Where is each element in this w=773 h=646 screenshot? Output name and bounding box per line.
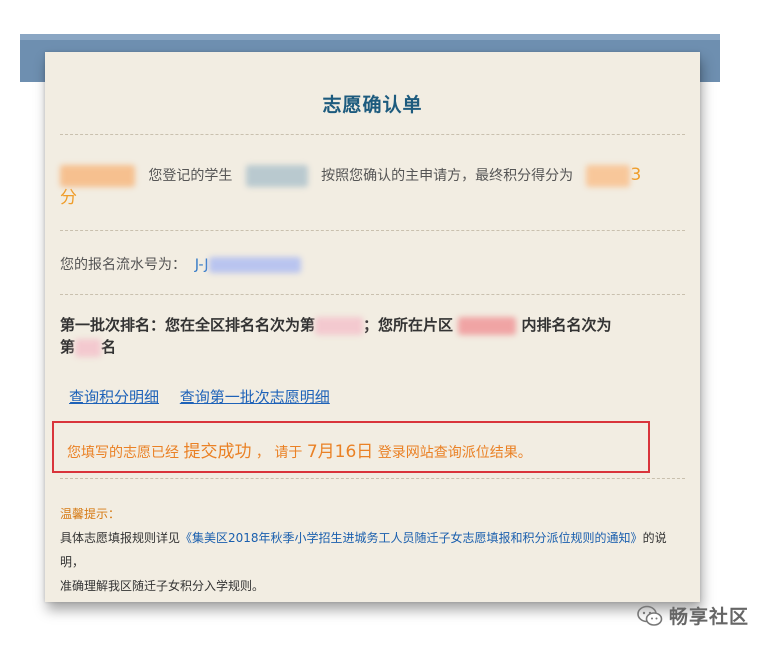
tips-body: 具体志愿填报规则详见《集美区2018年秋季小学招生进城务工人员随迁子女志愿填报和… xyxy=(60,526,690,598)
tips-prefix: 具体志愿填报规则详见 xyxy=(60,531,181,545)
intro-text-2: 按照您确认的主申请方，最终积分得分为 xyxy=(321,168,574,184)
redacted-district-rank xyxy=(75,338,102,357)
divider xyxy=(60,134,685,135)
query-links: 查询积分明细 查询第一批次志愿明细 xyxy=(69,386,346,407)
ranking-text-2: ；您所在片区 xyxy=(363,316,454,334)
tips-line2: 准确理解我区随迁子女积分入学规则。 xyxy=(60,579,265,593)
divider xyxy=(60,294,685,295)
ranking-text-3: 内排名名次为 xyxy=(521,316,612,334)
redacted-student xyxy=(245,165,308,187)
score-unit: 分 xyxy=(60,188,77,208)
redacted-score xyxy=(586,165,631,187)
ranking-paragraph: 第一批次排名：您在全区排名名次为第 ；您所在片区 内排名名次为 第 名 xyxy=(60,314,690,358)
redacted-name xyxy=(60,165,135,187)
intro-paragraph: 您登记的学生 按照您确认的主申请方，最终积分得分为 3 分 xyxy=(60,164,690,210)
notice-please: 请于 xyxy=(274,445,303,461)
intro-text-1: 您登记的学生 xyxy=(148,168,233,184)
points-detail-link[interactable]: 查询积分明细 xyxy=(69,388,159,406)
notice-part1: 您填写的志愿已经 xyxy=(67,445,179,461)
wechat-icon xyxy=(637,605,663,626)
tips-doc-link[interactable]: 《集美区2018年秋季小学招生进城务工人员随迁子女志愿填报和积分派位规则的通知》 xyxy=(180,531,643,545)
divider xyxy=(60,478,685,479)
notice-part2: 登录网站查询派位结果。 xyxy=(377,445,532,461)
notice-date: 7月16日 xyxy=(306,442,374,462)
ranking-line2-suffix: 名 xyxy=(101,338,117,356)
notice-text: 您填写的志愿已经 提交成功 ， 请于 7月16日 登录网站查询派位结果。 xyxy=(67,437,532,462)
serial-value: J-J xyxy=(194,257,209,273)
submission-notice: 您填写的志愿已经 提交成功 ， 请于 7月16日 登录网站查询派位结果。 xyxy=(52,421,650,473)
notice-comma: ， xyxy=(255,445,270,461)
divider xyxy=(60,230,685,231)
ranking-text-1: 第一批次排名：您在全区排名名次为第 xyxy=(60,316,316,334)
watermark-text: 畅享社区 xyxy=(668,606,749,628)
first-batch-detail-link[interactable]: 查询第一批次志愿明细 xyxy=(180,388,330,406)
redacted-serial xyxy=(208,257,301,273)
tips-title: 温馨提示： xyxy=(60,507,121,521)
score-tail: 3 xyxy=(630,165,642,185)
serial-row: 您的报名流水号为： J-J xyxy=(60,254,690,274)
redacted-district xyxy=(458,316,517,335)
notice-status: 提交成功 xyxy=(183,442,252,462)
page-title: 志愿确认单 xyxy=(322,94,423,116)
serial-label: 您的报名流水号为： xyxy=(60,257,186,273)
redacted-rank xyxy=(315,316,364,335)
watermark: 畅享社区 xyxy=(637,602,749,629)
ranking-line2-prefix: 第 xyxy=(60,338,76,356)
confirmation-card: 志愿确认单 您登记的学生 按照您确认的主申请方，最终积分得分为 3 分 您的报名… xyxy=(45,52,700,602)
